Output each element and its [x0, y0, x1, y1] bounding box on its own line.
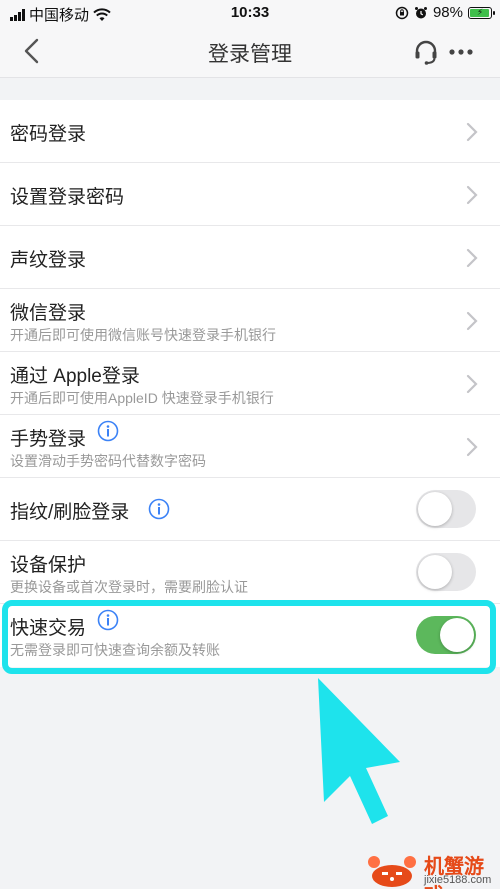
row-label: 通过 Apple登录 [10, 366, 140, 387]
row-label: 声纹登录 [10, 250, 87, 271]
pointer-arrow-icon [318, 678, 400, 824]
row-label: 指纹/刷脸登录 [10, 502, 130, 523]
row-fingerprint-face-login: 指纹/刷脸登录 [0, 478, 500, 541]
status-bar: 中国移动 10:33 98% ⚡ [0, 0, 500, 26]
row-gesture-login[interactable]: 手势登录 设置滑动手势密码代替数字密码 [0, 415, 500, 478]
row-password-login[interactable]: 密码登录 [0, 100, 500, 163]
chevron-right-icon [466, 185, 478, 205]
info-icon[interactable] [148, 498, 170, 520]
toggle-knob [418, 555, 452, 589]
chevron-right-icon [466, 374, 478, 394]
row-wechat-login[interactable]: 微信登录 开通后即可使用微信账号快速登录手机银行 [0, 289, 500, 352]
settings-list: 密码登录 设置登录密码 声纹登录 微信登录 开通后即可使用微信账号快速登录手机银… [0, 100, 500, 667]
row-label: 设备保护 [10, 555, 87, 576]
toggle-knob [418, 492, 452, 526]
chevron-right-icon [466, 122, 478, 142]
toggle-device-protection[interactable] [416, 553, 476, 591]
alarm-icon [414, 6, 427, 18]
chevron-right-icon [466, 311, 478, 331]
row-label: 设置登录密码 [10, 187, 125, 208]
row-label: 微信登录 [10, 303, 87, 324]
row-label: 手势登录 [10, 429, 87, 450]
battery-icon: ⚡ [468, 6, 495, 19]
row-description: 开通后即可使用AppleID 快速登录手机银行 [10, 390, 274, 406]
row-label: 密码登录 [10, 124, 87, 145]
row-apple-login[interactable]: 通过 Apple登录 开通后即可使用AppleID 快速登录手机银行 [0, 352, 500, 415]
headset-icon[interactable] [412, 38, 440, 66]
watermark: 机蟹游戏 jixie5188.com [364, 848, 500, 889]
row-voiceprint-login[interactable]: 声纹登录 [0, 226, 500, 289]
highlight-box [2, 600, 496, 674]
status-right: 98% ⚡ [395, 4, 495, 21]
row-device-protection: 设备保护 更换设备或首次登录时，需要刷脸认证 [0, 541, 500, 604]
row-description: 设置滑动手势密码代替数字密码 [10, 453, 206, 469]
info-icon[interactable] [97, 420, 119, 442]
crab-logo-icon [368, 856, 416, 887]
battery-percent: 98% [432, 4, 463, 21]
chevron-right-icon [466, 437, 478, 457]
row-description: 开通后即可使用微信账号快速登录手机银行 [10, 327, 276, 343]
orientation-lock-icon [395, 6, 409, 19]
watermark-url: jixie5188.com [424, 874, 492, 886]
chevron-right-icon [466, 248, 478, 268]
row-description: 更换设备或首次登录时，需要刷脸认证 [10, 579, 248, 595]
row-set-login-password[interactable]: 设置登录密码 [0, 163, 500, 226]
more-icon[interactable] [446, 38, 476, 66]
toggle-fingerprint-face[interactable] [416, 490, 476, 528]
nav-bar: 登录管理 [0, 26, 500, 78]
